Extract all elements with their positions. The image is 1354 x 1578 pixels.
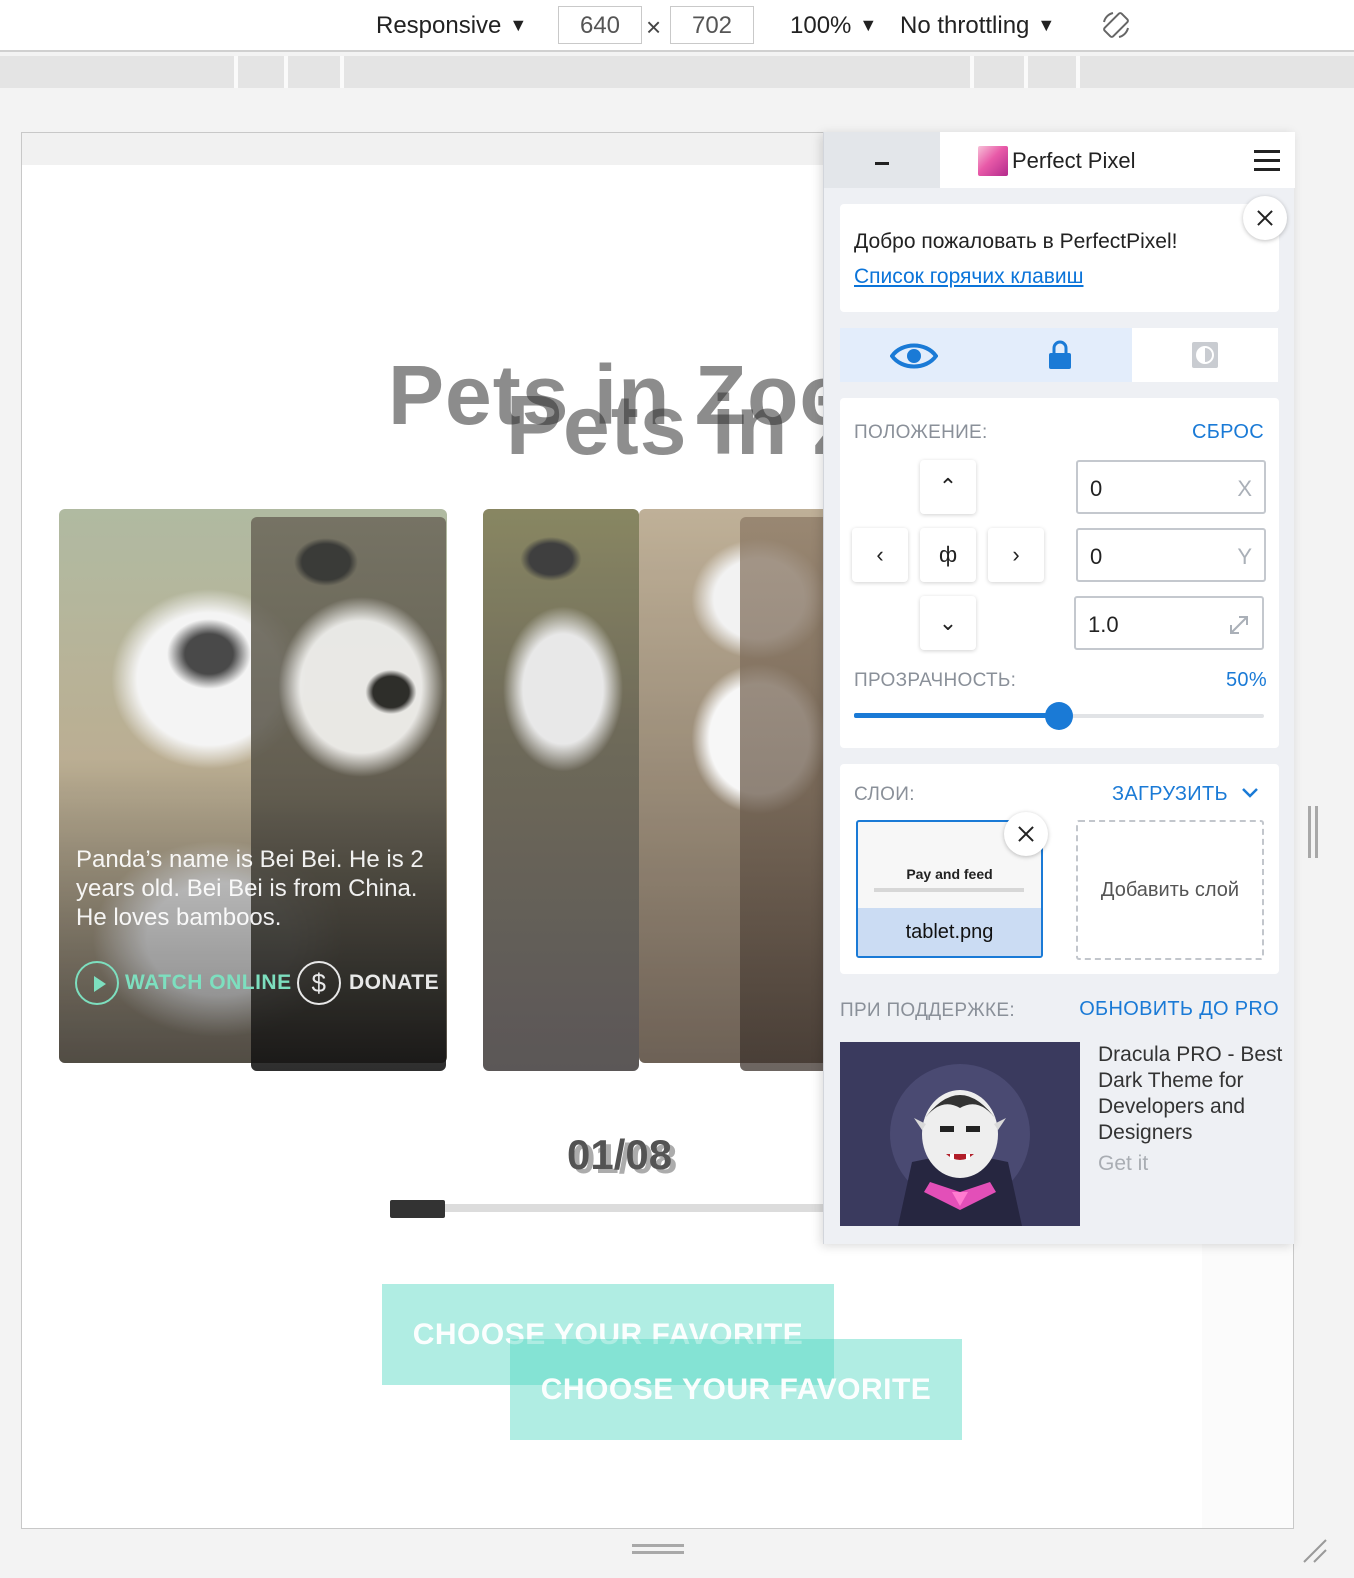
panda-card-small[interactable] <box>483 509 639 1071</box>
rotate-icon[interactable] <box>1101 10 1131 40</box>
close-icon <box>1017 825 1035 843</box>
move-up-button[interactable]: ⌃ <box>920 460 976 514</box>
lock-icon <box>1049 340 1071 369</box>
chevron-down-icon: ⌄ <box>938 610 958 635</box>
bottom-resize-handle[interactable] <box>632 1542 684 1556</box>
device-select[interactable]: Responsive ▼ <box>376 8 527 44</box>
chevron-down-icon <box>1241 788 1258 798</box>
slide-counter-overlay: 01/08 <box>572 1135 678 1182</box>
panel-header: Perfect Pixel <box>824 132 1295 188</box>
watch-online-button[interactable]: WATCH ONLINE <box>75 961 292 1005</box>
choose-favorite-button-overlay: CHOOSE YOUR FAVORITE <box>510 1339 962 1440</box>
resize-icon <box>1230 616 1248 634</box>
x-unit-label: X <box>1237 476 1252 501</box>
caret-down-icon: ▼ <box>859 15 878 35</box>
move-left-button[interactable]: ‹ <box>852 528 908 582</box>
position-label: ПОЛОЖЕНИЕ: <box>854 422 988 443</box>
eagle-card-overlay <box>740 517 830 1071</box>
opacity-slider-fill <box>854 713 1059 718</box>
center-button[interactable]: ф <box>920 528 976 582</box>
donate-label: DONATE <box>349 971 440 994</box>
toggle-lock[interactable] <box>986 328 1132 382</box>
ad-get-link[interactable]: Get it <box>1098 1152 1148 1176</box>
layers-label: СЛОИ: <box>854 784 915 805</box>
chevron-left-icon: ‹ <box>876 542 884 567</box>
close-icon <box>1256 209 1274 227</box>
remove-layer-button[interactable] <box>1004 812 1048 856</box>
sponsor-row: ПРИ ПОДДЕРЖКЕ: ОБНОВИТЬ ДО PRO <box>840 998 1279 1028</box>
layer-preview-line <box>874 888 1024 892</box>
play-icon <box>75 961 119 1005</box>
x-offset-value: 0 <box>1090 476 1103 501</box>
ruler-divider <box>1024 56 1028 88</box>
add-layer-button[interactable]: Добавить слой <box>1076 820 1264 960</box>
caret-down-icon: ▼ <box>1037 15 1056 35</box>
welcome-box: Добро пожаловать в PerfectPixel! Список … <box>840 204 1279 312</box>
minimize-button[interactable] <box>824 132 940 188</box>
panel-title: Perfect Pixel <box>1012 148 1136 173</box>
scale-input[interactable]: 1.0 <box>1074 596 1264 650</box>
scale-value: 1.0 <box>1088 612 1119 637</box>
ruler-divider <box>1076 56 1080 88</box>
eye-icon <box>890 343 938 369</box>
upload-label: ЗАГРУЗИТЬ <box>1112 783 1228 805</box>
width-input[interactable]: 640 <box>558 6 642 44</box>
zoom-select-label: 100% <box>790 12 852 39</box>
caret-down-icon: ▼ <box>509 15 528 35</box>
reset-link[interactable]: СБРОС <box>1192 421 1264 444</box>
y-offset-value: 0 <box>1090 544 1103 569</box>
throttling-select[interactable]: No throttling ▼ <box>900 8 1055 44</box>
ruler-divider <box>234 56 238 88</box>
dollar-icon: $ <box>297 961 341 1005</box>
height-input[interactable]: 702 <box>670 6 754 44</box>
dracula-illustration <box>890 1064 1030 1226</box>
x-offset-input[interactable]: 0 X <box>1076 460 1266 514</box>
toggle-visibility[interactable] <box>840 328 986 382</box>
layer-name: tablet.png <box>905 921 994 943</box>
layer-preview-title: Pay and feed <box>906 866 993 882</box>
slider-progress-fill[interactable] <box>390 1200 445 1218</box>
hamburger-menu-icon[interactable] <box>1254 150 1280 172</box>
donate-button[interactable]: $ DONATE <box>297 961 439 1005</box>
upload-button[interactable]: ЗАГРУЗИТЬ <box>1112 783 1258 806</box>
sponsor-label: ПРИ ПОДДЕРЖКЕ: <box>840 1000 1015 1021</box>
toggle-invert[interactable] <box>1132 328 1278 382</box>
center-icon: ф <box>938 542 958 567</box>
ad-description: Dracula PRO - Best Dark Theme for Develo… <box>1098 1043 1283 1144</box>
slider-progress-track[interactable] <box>390 1204 830 1212</box>
times-icon: × <box>646 12 662 42</box>
opacity-value: 50% <box>1226 669 1267 691</box>
opacity-slider-handle[interactable] <box>1045 702 1073 730</box>
device-select-label: Responsive <box>376 12 502 39</box>
right-resize-handle[interactable] <box>1306 806 1320 858</box>
panda-description: Panda’s name is Bei Bei. He is 2 years o… <box>76 846 424 931</box>
upgrade-pro-link[interactable]: ОБНОВИТЬ ДО PRO <box>1079 998 1279 1021</box>
chevron-right-icon: › <box>1012 542 1020 567</box>
y-offset-input[interactable]: 0 Y <box>1076 528 1266 582</box>
mode-toggle-bar <box>840 328 1279 382</box>
position-section: ПОЛОЖЕНИЕ: СБРОС ⌃ ‹ ф › ⌄ 0 X 0 Y 1.0 П… <box>840 398 1279 748</box>
watch-online-label: WATCH ONLINE <box>125 971 292 994</box>
invert-colors-icon <box>1192 342 1218 368</box>
layers-section: СЛОИ: ЗАГРУЗИТЬ Pay and feed tablet.png … <box>840 764 1279 974</box>
chevron-up-icon: ⌃ <box>938 474 958 499</box>
ruler-divider <box>340 56 344 88</box>
move-down-button[interactable]: ⌄ <box>920 596 976 650</box>
throttling-select-label: No throttling <box>900 12 1030 39</box>
media-query-bar[interactable] <box>0 56 1354 88</box>
device-toolbar: Responsive ▼ 640 × 702 100% ▼ No throttlin… <box>0 0 1354 52</box>
ruler-divider <box>970 56 974 88</box>
opacity-label: ПРОЗРАЧНОСТЬ: <box>854 670 1017 691</box>
dracula-ad-image[interactable] <box>840 1042 1080 1226</box>
move-right-button[interactable]: › <box>988 528 1044 582</box>
welcome-text: Добро пожаловать в PerfectPixel! <box>854 230 1178 253</box>
hotkeys-link[interactable]: Список горячих клавиш <box>854 265 1084 289</box>
close-welcome-button[interactable] <box>1243 196 1287 240</box>
ruler-divider <box>284 56 288 88</box>
y-unit-label: Y <box>1237 544 1252 569</box>
zoom-select[interactable]: 100% ▼ <box>790 8 877 44</box>
corner-resize-icon[interactable] <box>1300 1536 1328 1564</box>
perfectpixel-panel: Perfect Pixel Добро пожаловать в Perfect… <box>823 132 1295 1244</box>
perfectpixel-logo-icon <box>978 146 1008 176</box>
